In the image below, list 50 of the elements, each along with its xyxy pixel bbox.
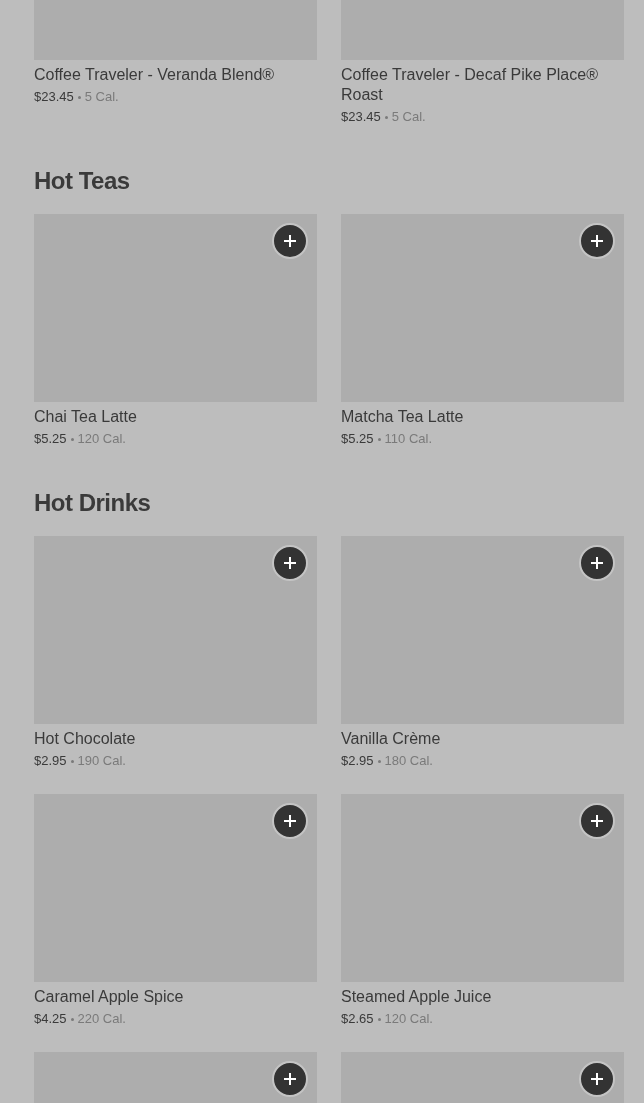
item-price: $23.45 bbox=[341, 108, 381, 126]
item-calories: 190 Cal. bbox=[77, 752, 126, 770]
item-name[interactable]: Chai Tea Latte bbox=[34, 407, 317, 427]
plus-icon bbox=[591, 557, 603, 569]
item-name[interactable]: Coffee Traveler - Decaf Pike Place® Roast bbox=[341, 65, 624, 105]
item-calories: 180 Cal. bbox=[384, 752, 433, 770]
item-calories: 5 Cal. bbox=[391, 108, 426, 126]
item-price: $2.95 bbox=[341, 752, 374, 770]
separator-dot bbox=[77, 95, 81, 99]
item-calories: 5 Cal. bbox=[84, 88, 119, 106]
plus-icon bbox=[284, 235, 296, 247]
plus-icon bbox=[591, 1073, 603, 1085]
separator-dot bbox=[70, 759, 74, 763]
item-price: $2.65 bbox=[341, 1010, 374, 1028]
section-heading: Hot Drinks bbox=[34, 488, 152, 518]
separator-dot bbox=[377, 437, 381, 441]
item-name[interactable]: Steamed Apple Juice bbox=[341, 987, 624, 1007]
separator-dot bbox=[70, 437, 74, 441]
item-name[interactable]: Vanilla Crème bbox=[341, 729, 624, 749]
item-name[interactable]: Hot Chocolate bbox=[34, 729, 317, 749]
plus-icon bbox=[284, 557, 296, 569]
item-calories: 220 Cal. bbox=[77, 1010, 126, 1028]
separator-dot bbox=[377, 1017, 381, 1021]
plus-icon bbox=[591, 815, 603, 827]
add-button[interactable] bbox=[272, 545, 308, 581]
item-name[interactable]: Matcha Tea Latte bbox=[341, 407, 624, 427]
add-button[interactable] bbox=[272, 1061, 308, 1097]
item-calories: 120 Cal. bbox=[384, 1010, 433, 1028]
plus-icon bbox=[591, 235, 603, 247]
add-button[interactable] bbox=[579, 545, 615, 581]
separator-dot bbox=[384, 115, 388, 119]
plus-icon bbox=[284, 815, 296, 827]
add-button[interactable] bbox=[579, 1061, 615, 1097]
item-calories: 110 Cal. bbox=[384, 430, 432, 448]
item-price: $5.25 bbox=[34, 430, 67, 448]
add-button[interactable] bbox=[272, 803, 308, 839]
plus-icon bbox=[284, 1073, 296, 1085]
add-button[interactable] bbox=[579, 223, 615, 259]
section-heading: Hot Teas bbox=[34, 166, 131, 196]
item-price: $4.25 bbox=[34, 1010, 67, 1028]
separator-dot bbox=[377, 759, 381, 763]
item-price: $2.95 bbox=[34, 752, 67, 770]
item-name[interactable]: Caramel Apple Spice bbox=[34, 987, 317, 1007]
add-button[interactable] bbox=[272, 223, 308, 259]
item-price: $5.25 bbox=[341, 430, 374, 448]
item-price: $23.45 bbox=[34, 88, 74, 106]
item-calories: 120 Cal. bbox=[77, 430, 126, 448]
separator-dot bbox=[70, 1017, 74, 1021]
item-name[interactable]: Coffee Traveler - Veranda Blend® bbox=[34, 65, 317, 85]
add-button[interactable] bbox=[579, 803, 615, 839]
